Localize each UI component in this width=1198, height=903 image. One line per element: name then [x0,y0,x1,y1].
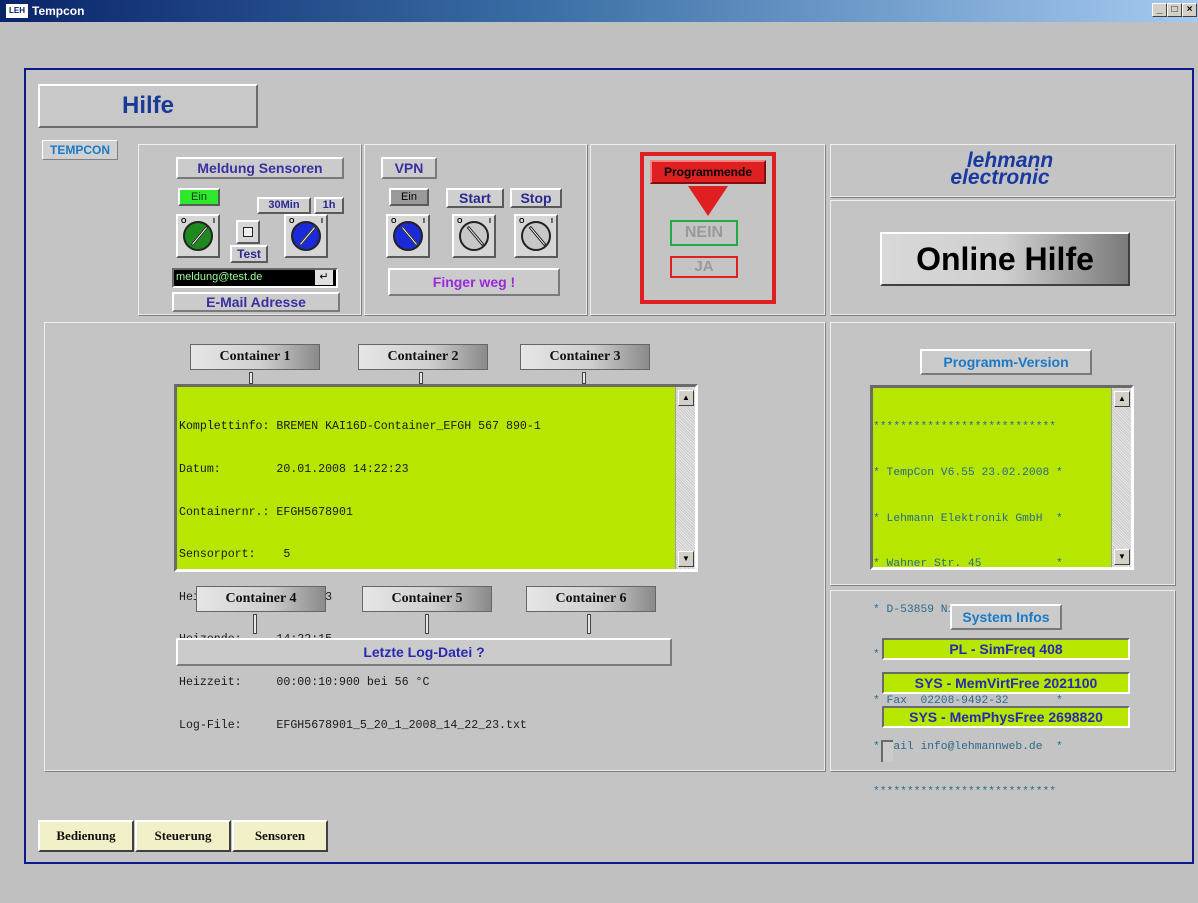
version-line: * Lehmann Elektronik GmbH * [873,512,1063,525]
sensors-rotary-switch-blue[interactable]: OI [284,214,328,258]
vpn-rotary-switch-start[interactable]: OI [452,214,496,258]
vpn-title: VPN [381,157,437,179]
ja-button[interactable]: JA [670,256,738,278]
version-line: *************************** [873,786,1057,799]
log-line: Heizzeit: 00:00:10:900 bei 56 °C [179,676,430,690]
log-scrollbar[interactable]: ▲ ▼ [675,387,695,569]
version-line: * TempCon V6.55 23.02.2008 * [873,467,1063,480]
brand-line2: electronic [950,166,1050,189]
tempcon-label: TEMPCON [42,140,118,160]
version-line: * Mail info@lehmannweb.de * [873,740,1063,753]
nein-button[interactable]: NEIN [670,220,738,246]
online-help-button[interactable]: Online Hilfe [880,232,1130,286]
enter-icon[interactable]: ↵ [315,270,333,285]
email-value: meldung@test.de [176,271,263,283]
container-1-button[interactable]: Container 1 [190,344,320,370]
email-label: E-Mail Adresse [172,292,340,312]
sensors-ein-button[interactable]: Ein [178,188,220,206]
programmende-button[interactable]: Programmende [650,160,766,184]
vpn-start-button[interactable]: Start [446,188,504,208]
log-text: Komplettinfo: BREMEN KAI16D-Container_EF… [179,392,541,761]
test-button[interactable]: Test [230,245,268,263]
log-line: Log-File: EFGH5678901_5_20_1_2008_14_22_… [179,718,527,732]
app-logo-icon: LEH [6,4,28,18]
sys-info-item: SYS - MemPhysFree 2698820 [882,706,1130,728]
connector-5 [425,614,429,634]
container-2-button[interactable]: Container 2 [358,344,488,370]
vpn-ein-button[interactable]: Ein [389,188,429,206]
arrow-down-icon [688,186,728,216]
lehmann-logo: lehmann electronic [920,150,1080,192]
version-display: *************************** * TempCon V6… [870,385,1134,798]
connector-6 [587,614,591,634]
page-title: Hilfe [38,84,258,128]
vpn-warning: Finger weg ! [388,268,560,296]
log-line: Sensorport: 5 [179,548,291,562]
vpn-rotary-switch-blue[interactable]: OI [386,214,430,258]
tab-steuerung[interactable]: Steuerung [135,820,231,852]
scroll-up-icon[interactable]: ▲ [678,390,694,406]
container-5-button[interactable]: Container 5 [362,586,492,612]
interval-30min-button[interactable]: 30Min [257,197,311,214]
scroll-down-icon[interactable]: ▼ [678,551,694,567]
version-title: Programm-Version [920,349,1092,375]
sys-info-item: PL - SimFreq 408 [882,638,1130,660]
scroll-up-icon[interactable]: ▲ [1114,391,1130,407]
log-line: Containernr.: EFGH5678901 [179,505,353,519]
version-line: *************************** [873,421,1057,434]
vpn-rotary-switch-stop[interactable]: OI [514,214,558,258]
minimize-button[interactable]: _ [1152,3,1167,17]
connector-3 [582,372,586,384]
vpn-stop-button[interactable]: Stop [510,188,562,208]
log-line: Datum: 20.01.2008 14:22:23 [179,463,409,477]
tab-sensoren[interactable]: Sensoren [232,820,328,852]
log-display: Komplettinfo: BREMEN KAI16D-Container_EF… [174,384,698,732]
sensors-rotary-switch-green[interactable]: OI [176,214,220,258]
log-line: Komplettinfo: BREMEN KAI16D-Container_EF… [179,420,541,434]
system-infos-title: System Infos [950,604,1062,630]
scroll-down-icon[interactable]: ▼ [1114,549,1130,565]
container-3-button[interactable]: Container 3 [520,344,650,370]
close-button[interactable]: × [1182,3,1197,17]
last-log-file-button[interactable]: Letzte Log-Datei ? [176,638,672,666]
email-input[interactable]: meldung@test.de ↵ [172,268,338,288]
container-4-button[interactable]: Container 4 [196,586,326,612]
test-checkbox[interactable] [236,220,260,244]
tab-bedienung[interactable]: Bedienung [38,820,134,852]
program-end-box: Programmende NEIN JA [640,152,776,304]
connector-1 [249,372,253,384]
window-title: Tempcon [32,4,85,18]
maximize-button[interactable]: □ [1167,3,1182,17]
connector-4 [253,614,257,634]
connector-2 [419,372,423,384]
sensors-title: Meldung Sensoren [176,157,344,179]
interval-1h-button[interactable]: 1h [314,197,344,214]
version-scrollbar[interactable]: ▲ ▼ [1111,388,1131,567]
version-line: * Wahner Str. 45 * [873,558,1063,571]
sys-info-indicator [881,740,893,762]
window-title-bar: LEH Tempcon _ □ × [0,0,1198,22]
sys-info-item: SYS - MemVirtFree 2021100 [882,672,1130,694]
container-6-button[interactable]: Container 6 [526,586,656,612]
